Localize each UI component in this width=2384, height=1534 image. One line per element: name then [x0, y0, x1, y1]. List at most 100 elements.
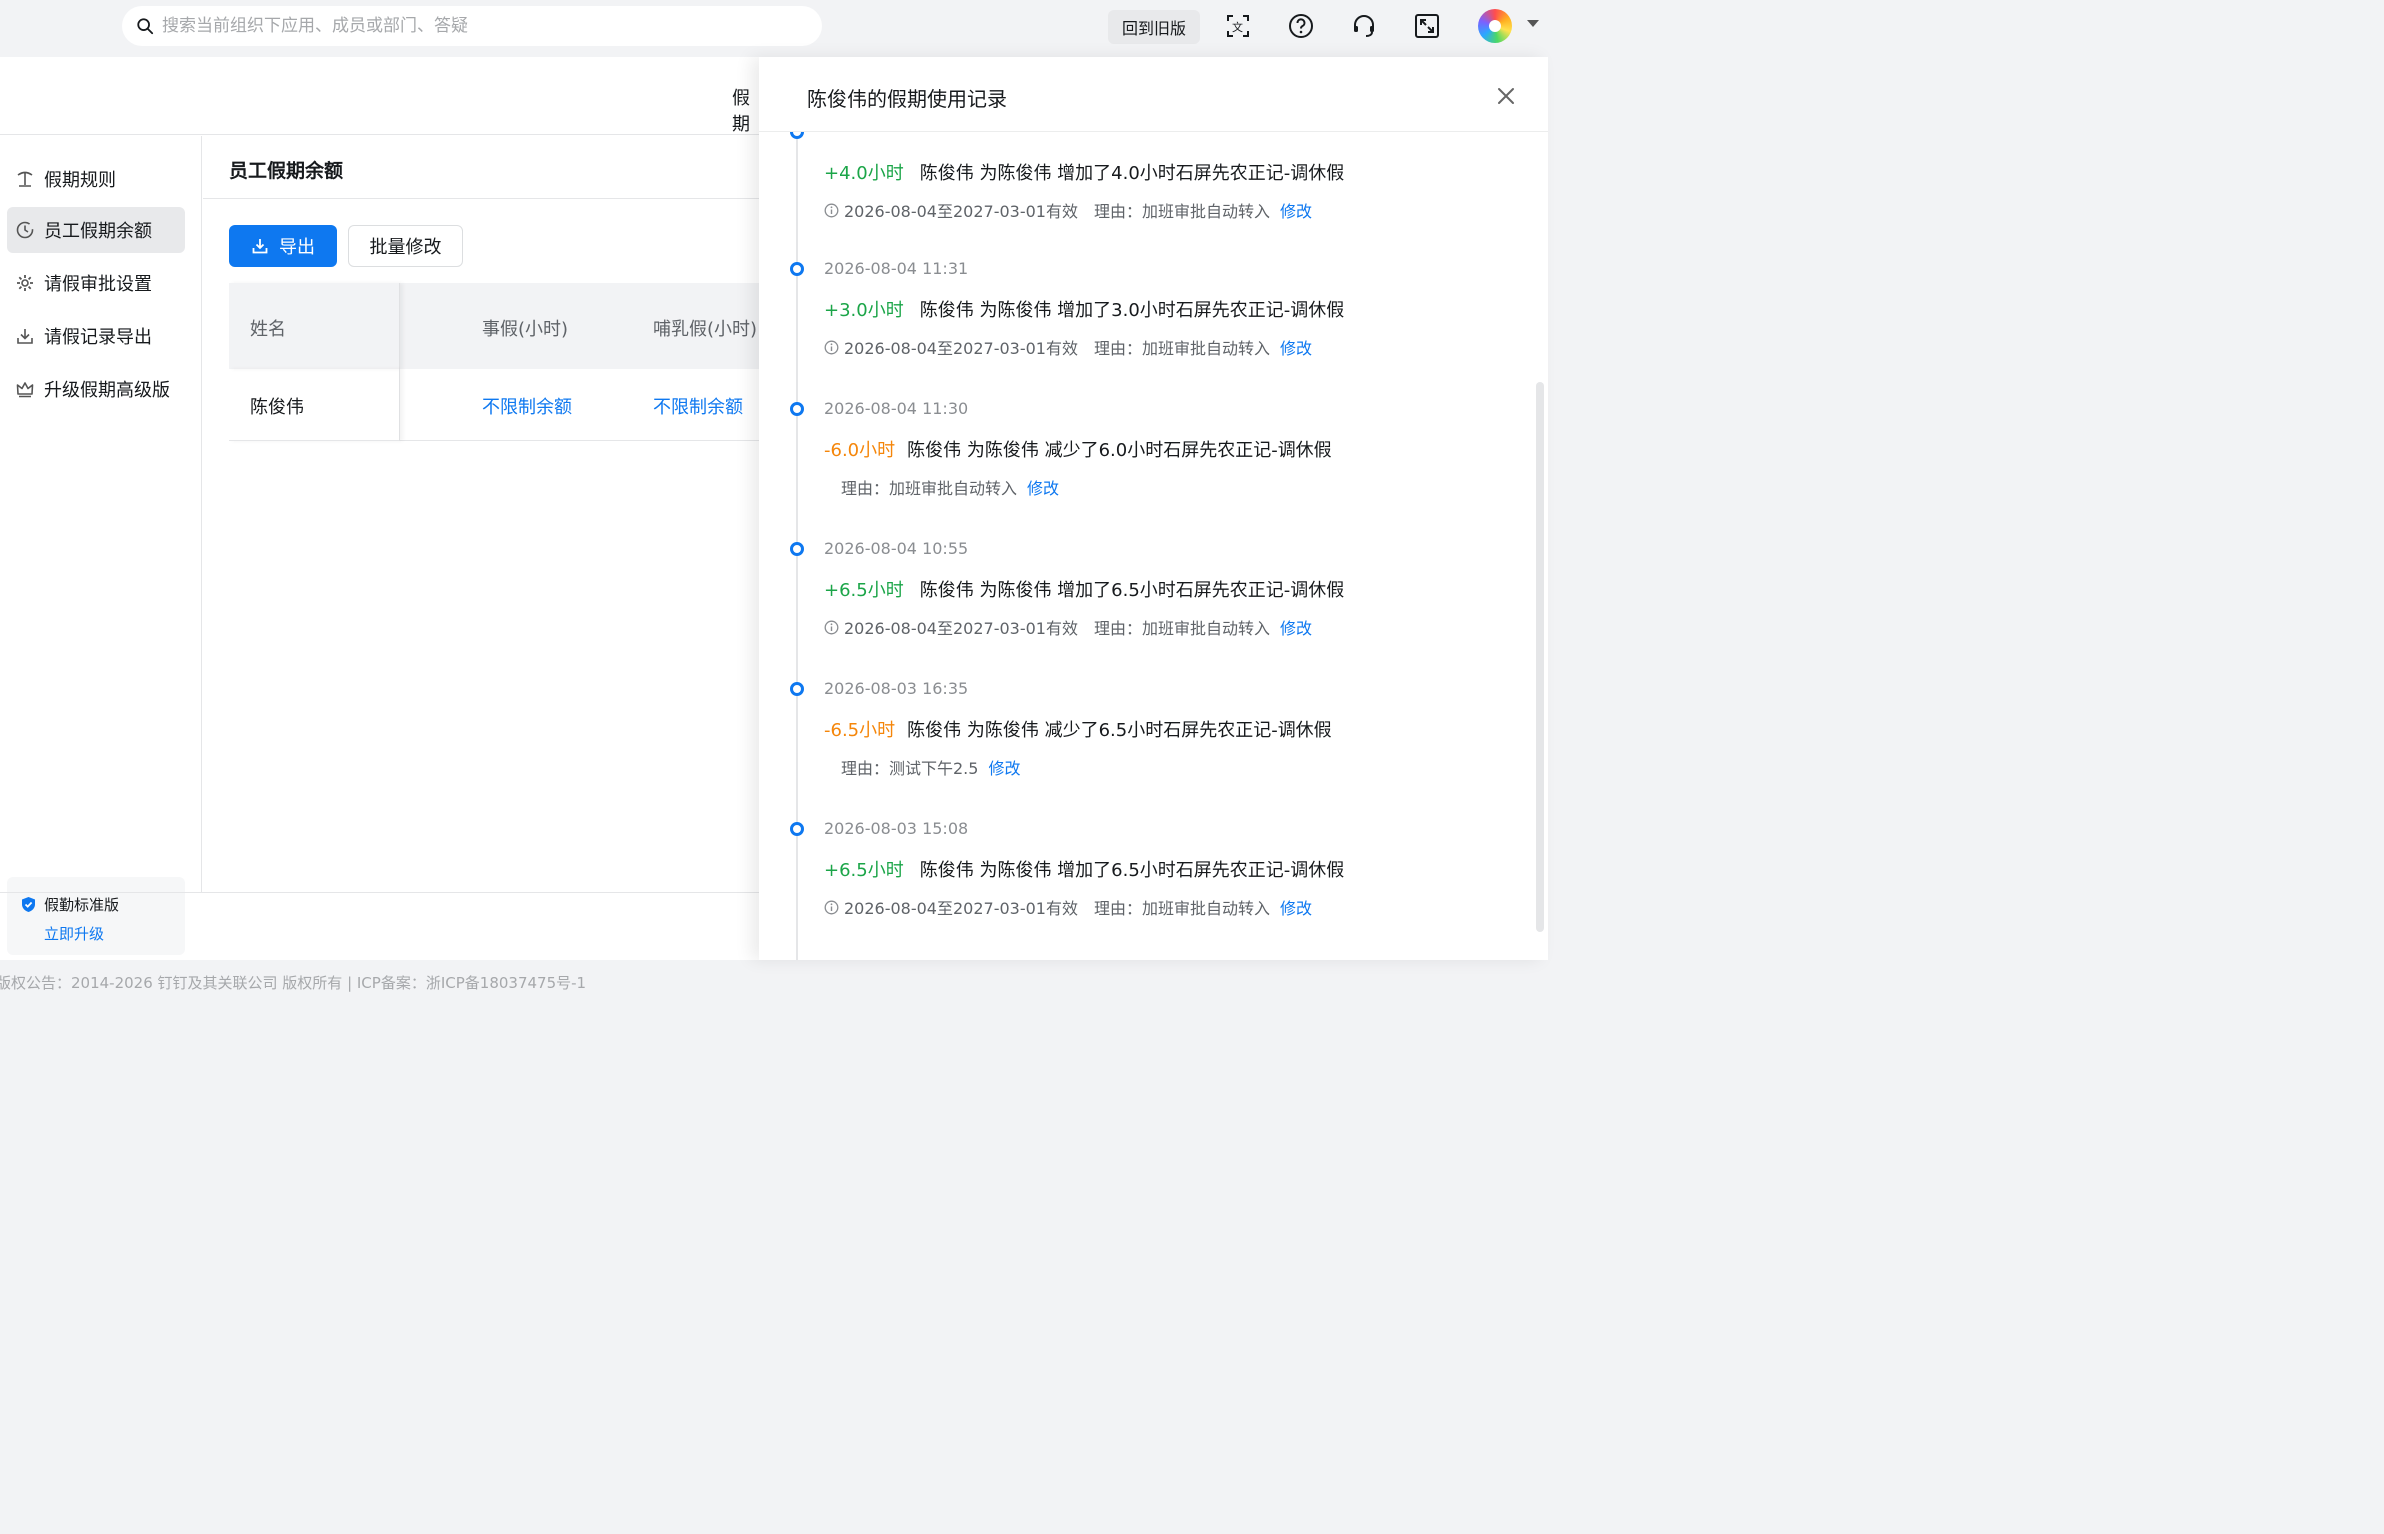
record-reason: 理由：加班审批自动转入 — [1093, 202, 1270, 221]
record-reason: 理由：加班审批自动转入 — [1093, 619, 1270, 638]
info-icon — [824, 900, 839, 914]
download-icon — [252, 239, 268, 254]
nursing-leave-balance-link[interactable]: 不限制余额 — [653, 393, 743, 419]
clock-icon — [16, 221, 34, 239]
drawer-header: 陈俊伟的假期使用记录 — [759, 57, 1548, 132]
upgrade-now-link[interactable]: 立即升级 — [44, 923, 104, 944]
top-bar: 回到旧版 文 — [0, 0, 1566, 57]
content-area: 员工假期余额 导出 批量修改 姓名 事假(小时) 哺乳假(小时) 陈俊伟 不限制… — [203, 136, 760, 892]
back-to-old-version-button[interactable]: 回到旧版 — [1108, 10, 1200, 44]
island-icon — [17, 171, 33, 187]
edit-record-link[interactable]: 修改 — [1280, 335, 1312, 359]
record-timestamp: 2026-08-03 15:08 — [824, 819, 969, 838]
record-amount: +3.0小时 — [824, 300, 904, 321]
batch-edit-button[interactable]: 批量修改 — [348, 225, 463, 267]
record-summary: -6.0小时 陈俊伟 为陈俊伟 减少了6.0小时石屏先农正记-调休假 — [824, 436, 1332, 462]
record-summary: +6.5小时 陈俊伟 为陈俊伟 增加了6.5小时石屏先农正记-调休假 — [824, 576, 1344, 602]
scrollbar[interactable] — [1536, 382, 1544, 932]
sidebar: 假期规则 员工假期余额 请假审批设置 请假记录导出 升级假期高级版 假勤标准版 … — [0, 136, 202, 955]
user-avatar[interactable] — [1478, 9, 1512, 43]
info-icon — [824, 340, 839, 354]
main-header: 假期 — [0, 57, 760, 135]
copyright-footer: 版权公告：2014-2026 钉钉及其关联公司 版权所有 | ICP备案：浙IC… — [0, 974, 587, 992]
timeline-dot — [790, 262, 804, 276]
record-timestamp: 2026-08-03 16:35 — [824, 679, 969, 698]
record-validity: 2026-08-04至2027-03-01有效 — [844, 202, 1078, 221]
export-label: 导出 — [279, 237, 315, 258]
record-text: 陈俊伟 为陈俊伟 减少了6.0小时石屏先农正记-调休假 — [907, 440, 1332, 461]
drawer-title: 陈俊伟的假期使用记录 — [807, 87, 1007, 111]
export-button[interactable]: 导出 — [229, 225, 337, 267]
record-text: 陈俊伟 为陈俊伟 增加了6.5小时石屏先农正记-调休假 — [919, 580, 1345, 601]
edit-record-link[interactable]: 修改 — [988, 755, 1020, 779]
info-icon — [824, 203, 839, 217]
record-summary: +3.0小时 陈俊伟 为陈俊伟 增加了3.0小时石屏先农正记-调休假 — [824, 296, 1344, 322]
record-summary: +6.5小时 陈俊伟 为陈俊伟 增加了6.5小时石屏先农正记-调休假 — [824, 856, 1344, 882]
record-amount: +6.5小时 — [824, 860, 904, 881]
headset-icon[interactable] — [1350, 12, 1378, 40]
help-icon[interactable] — [1287, 12, 1315, 40]
search-icon — [137, 18, 154, 35]
edit-record-link[interactable]: 修改 — [1280, 895, 1312, 919]
sidebar-item-employee-balance[interactable]: 员工假期余额 — [7, 207, 185, 253]
timeline-dot — [790, 542, 804, 556]
record-validity: 2026-08-04至2027-03-01有效 — [844, 619, 1078, 638]
timeline-dot — [790, 822, 804, 836]
gear-icon — [17, 275, 33, 291]
record-timestamp: 2026-08-04 11:31 — [824, 259, 969, 278]
record-amount: -6.5小时 — [824, 720, 896, 741]
timeline-dot — [790, 682, 804, 696]
record-details: 理由：加班审批自动转入 修改 — [825, 475, 1059, 499]
record-reason: 理由：加班审批自动转入 — [1093, 339, 1270, 358]
record-details: 2026-08-04至2027-03-01有效 理由：加班审批自动转入 修改 — [824, 198, 1312, 222]
chevron-down-icon[interactable] — [1527, 20, 1539, 27]
record-validity: 2026-08-04至2027-03-01有效 — [844, 339, 1078, 358]
record-reason: 理由：加班审批自动转入 — [841, 479, 1018, 498]
record-text: 陈俊伟 为陈俊伟 增加了4.0小时石屏先农正记-调休假 — [919, 163, 1345, 184]
record-text: 陈俊伟 为陈俊伟 增加了3.0小时石屏先农正记-调休假 — [919, 300, 1345, 321]
fullscreen-icon[interactable] — [1413, 12, 1441, 40]
record-reason: 理由：加班审批自动转入 — [1093, 899, 1270, 918]
vacation-record-drawer: 陈俊伟的假期使用记录 +4.0小时 陈俊伟 为陈俊伟 增加了4.0小时石屏先农正记… — [759, 57, 1548, 960]
employee-name: 陈俊伟 — [250, 397, 304, 418]
timeline: +4.0小时 陈俊伟 为陈俊伟 增加了4.0小时石屏先农正记-调休假 2026-08… — [759, 125, 1548, 960]
sidebar-item-vacation-rules[interactable]: 假期规则 — [7, 156, 185, 202]
divider — [0, 892, 760, 893]
record-details: 2026-08-04至2027-03-01有效 理由：加班审批自动转入 修改 — [824, 615, 1312, 639]
personal-leave-balance-link[interactable]: 不限制余额 — [482, 393, 572, 419]
sidebar-item-upgrade-advanced[interactable]: 升级假期高级版 — [7, 366, 185, 412]
timeline-dot — [790, 402, 804, 416]
divider — [203, 198, 760, 199]
record-amount: +4.0小时 — [824, 163, 904, 184]
sidebar-item-label: 员工假期余额 — [44, 221, 152, 242]
record-timestamp: 2026-08-04 11:30 — [824, 399, 969, 418]
record-summary: -6.5小时 陈俊伟 为陈俊伟 减少了6.5小时石屏先农正记-调休假 — [824, 716, 1332, 742]
edit-record-link[interactable]: 修改 — [1027, 475, 1059, 499]
sidebar-item-record-export[interactable]: 请假记录导出 — [7, 313, 185, 359]
record-validity: 2026-08-04至2027-03-01有效 — [844, 899, 1078, 918]
record-details: 2026-08-04至2027-03-01有效 理由：加班审批自动转入 修改 — [824, 335, 1312, 359]
edit-record-link[interactable]: 修改 — [1280, 615, 1312, 639]
svg-text:文: 文 — [1232, 20, 1243, 34]
record-text: 陈俊伟 为陈俊伟 增加了6.5小时石屏先农正记-调休假 — [919, 860, 1345, 881]
translate-icon[interactable]: 文 — [1224, 12, 1252, 40]
sidebar-item-label: 请假记录导出 — [44, 327, 152, 348]
plan-name: 假勤标准版 — [44, 896, 120, 914]
header-tab-label[interactable]: 假期 — [732, 84, 760, 136]
sidebar-item-approval-settings[interactable]: 请假审批设置 — [7, 260, 185, 306]
column-header-nursing-leave: 哺乳假(小时) — [653, 319, 758, 340]
sidebar-item-label: 请假审批设置 — [44, 274, 152, 295]
page-title: 员工假期余额 — [229, 160, 344, 182]
sidebar-item-label: 升级假期高级版 — [44, 380, 170, 401]
global-search[interactable] — [122, 6, 822, 46]
close-icon[interactable] — [1494, 84, 1518, 108]
verified-badge-icon — [22, 897, 35, 912]
edit-record-link[interactable]: 修改 — [1280, 198, 1312, 222]
download-icon — [17, 329, 33, 344]
table-header: 姓名 事假(小时) 哺乳假(小时) — [229, 283, 760, 369]
record-details: 2026-08-04至2027-03-01有效 理由：加班审批自动转入 修改 — [824, 895, 1312, 919]
table-row: 陈俊伟 不限制余额 不限制余额 — [229, 369, 760, 441]
search-input[interactable] — [162, 16, 802, 36]
record-summary: +4.0小时 陈俊伟 为陈俊伟 增加了4.0小时石屏先农正记-调休假 — [824, 159, 1344, 185]
crown-icon — [16, 382, 34, 398]
